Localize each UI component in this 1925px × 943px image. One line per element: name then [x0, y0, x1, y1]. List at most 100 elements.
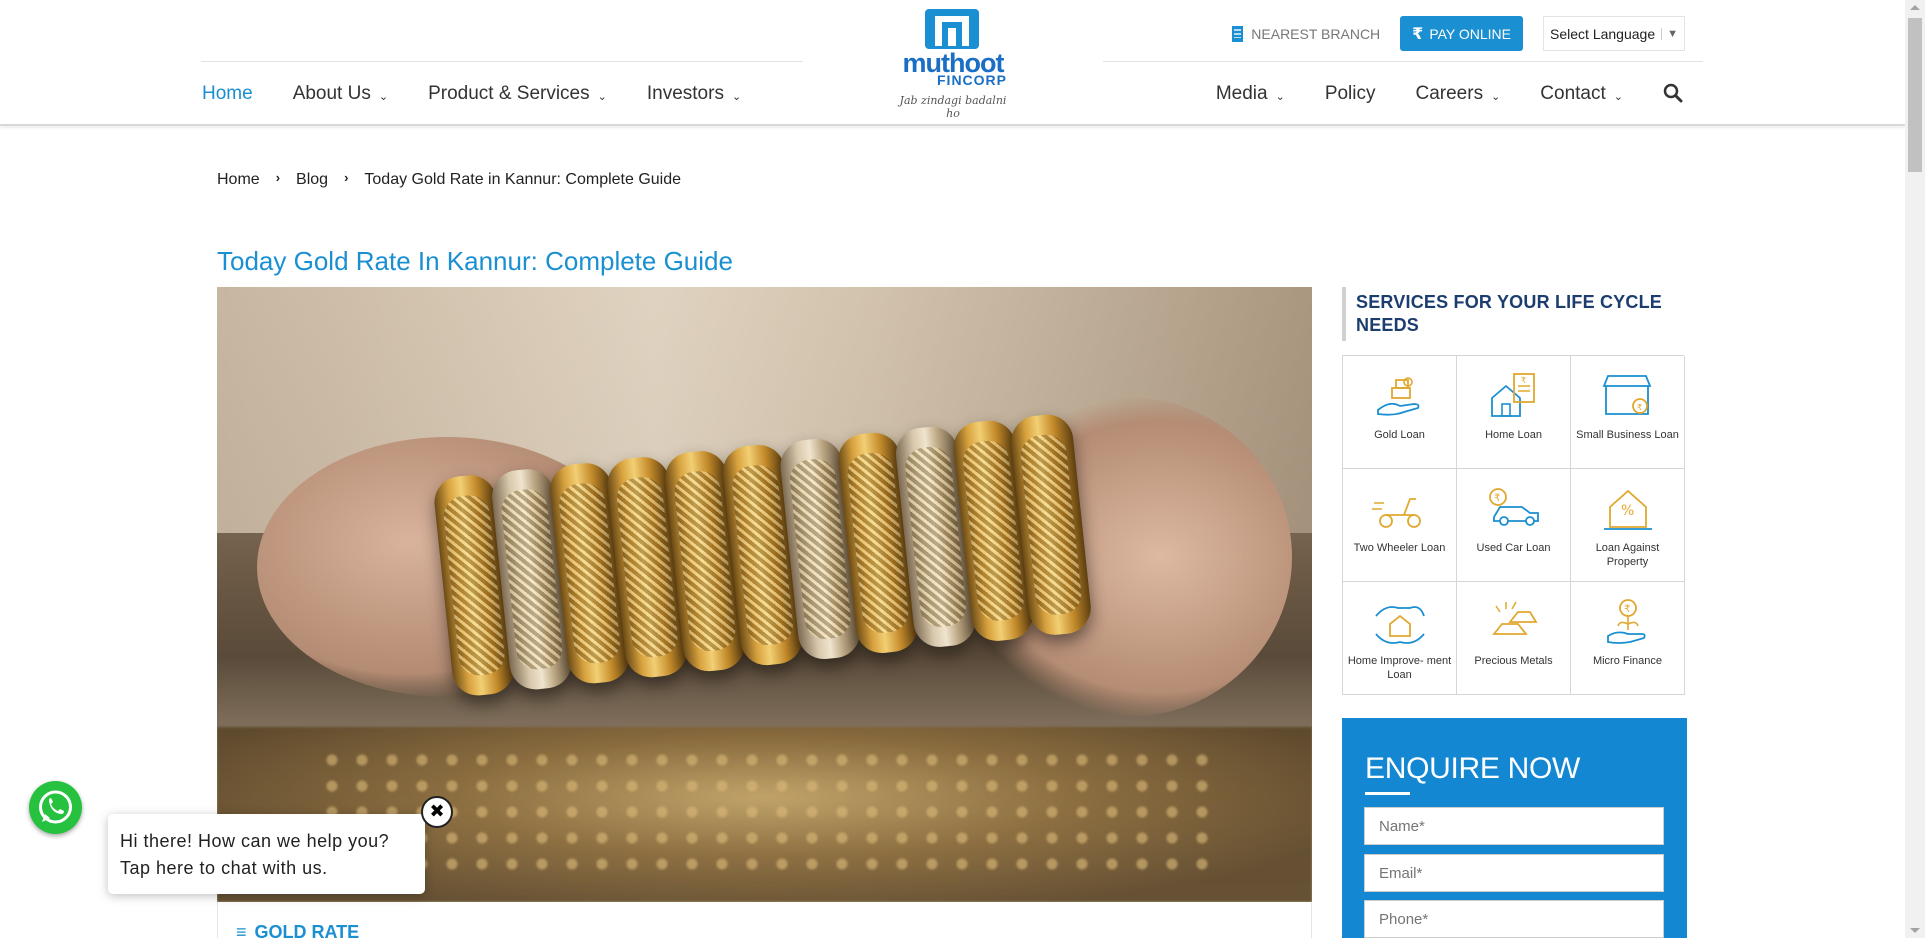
breadcrumb-current: Today Gold Rate in Kannur: Complete Guid… — [364, 171, 682, 188]
page-scrollbar[interactable] — [1905, 0, 1925, 938]
car-icon: ₹ — [1488, 488, 1539, 526]
scroll-down-arrow-icon[interactable] — [1910, 928, 1920, 933]
scrollbar-thumb[interactable] — [1908, 18, 1922, 172]
nav-careers-label: Careers — [1415, 83, 1484, 104]
name-field[interactable] — [1364, 807, 1664, 845]
nav-investors-label: Investors — [646, 83, 724, 104]
service-small-business-loan[interactable]: ₹ Small Business Loan — [1571, 356, 1685, 469]
site-header: Home About Us ⌄ Product & Services ⌄ Inves… — [0, 0, 1905, 126]
service-two-wheeler-loan[interactable]: Two Wheeler Loan — [1343, 469, 1457, 582]
service-label: Gold Loan — [1374, 429, 1425, 441]
service-home-improvement-loan[interactable]: Home Improve- ment Loan — [1343, 582, 1457, 695]
pay-online-button[interactable]: ₹ PAY ONLINE — [1400, 16, 1524, 51]
primary-nav-left: Home About Us ⌄ Product & Services ⌄ Inves… — [202, 83, 781, 105]
breadcrumb-home[interactable]: Home — [217, 171, 260, 189]
breadcrumb-blog[interactable]: Blog — [296, 171, 328, 189]
nav-careers[interactable]: Careers ⌄ — [1416, 83, 1501, 105]
service-label: Small Business Loan — [1576, 429, 1679, 441]
nearest-branch-link[interactable]: NEAREST BRANCH — [1232, 25, 1381, 42]
muthoot-fincorp-logo[interactable]: muthoot FINCORP Jab zindagi badalni ho — [893, 8, 1013, 120]
nav-contact[interactable]: Contact ⌄ — [1540, 83, 1623, 105]
close-icon[interactable]: ✖ — [421, 796, 453, 828]
service-label: Precious Metals — [1474, 655, 1553, 667]
svg-text:₹: ₹ — [1624, 604, 1630, 615]
enquire-title-underline — [1365, 792, 1410, 795]
chevron-down-icon: ⌄ — [1613, 90, 1623, 103]
nav-policy-label: Policy — [1324, 83, 1376, 104]
phone-field[interactable] — [1364, 900, 1664, 938]
primary-nav-right: Media ⌄ Policy Careers ⌄ Contact ⌄ — [1176, 83, 1683, 105]
service-label: Two Wheeler Loan — [1353, 542, 1446, 554]
gold-bars-icon — [1491, 601, 1538, 635]
nav-investors[interactable]: Investors ⌄ — [647, 83, 741, 105]
breadcrumb: Home › Blog › Today Gold Rate in Kannur:… — [217, 169, 682, 189]
chevron-down-icon: ⌄ — [597, 90, 607, 103]
service-home-loan[interactable]: ₹ Home Loan — [1457, 356, 1571, 469]
scroll-up-arrow-icon[interactable] — [1910, 5, 1920, 10]
logo-tagline: Jab zindagi badalni ho — [899, 94, 1007, 120]
micro-finance-icon: ₹ — [1606, 599, 1646, 644]
shop-icon: ₹ — [1602, 375, 1651, 415]
search-icon[interactable] — [1663, 83, 1683, 105]
chevron-down-icon: ⌄ — [1275, 90, 1285, 103]
svg-text:%: % — [1621, 503, 1634, 519]
chevron-down-icon: ⌄ — [1491, 90, 1501, 103]
language-select[interactable]: Select Language ▼ — [1543, 16, 1685, 51]
chat-prompt-bubble[interactable]: Hi there! How can we help you? Tap here … — [108, 814, 425, 894]
header-divider-left — [201, 61, 803, 62]
service-label: Home Improve- ment Loan — [1347, 655, 1452, 681]
email-field[interactable] — [1364, 854, 1664, 892]
scooter-icon — [1371, 498, 1421, 528]
enquire-form: ENQUIRE NOW — [1342, 718, 1687, 938]
service-used-car-loan[interactable]: ₹ Used Car Loan — [1457, 469, 1571, 582]
whatsapp-icon[interactable] — [29, 781, 82, 834]
service-label: Used Car Loan — [1476, 542, 1551, 554]
nearest-branch-label: NEAREST BRANCH — [1251, 25, 1381, 42]
services-heading: SERVICES FOR YOUR LIFE CYCLE NEEDS — [1342, 287, 1687, 341]
header-divider-right — [1103, 61, 1703, 62]
nav-policy[interactable]: Policy — [1325, 83, 1376, 105]
nav-home[interactable]: Home — [202, 83, 253, 105]
page-title: Today Gold Rate In Kannur: Complete Guid… — [217, 246, 733, 276]
service-label: Micro Finance — [1592, 655, 1663, 667]
service-micro-finance[interactable]: ₹ Micro Finance — [1571, 582, 1685, 695]
enquire-title: ENQUIRE NOW — [1365, 752, 1581, 785]
header-utility-bar: NEAREST BRANCH ₹ PAY ONLINE Select Langu… — [1232, 16, 1685, 51]
dropdown-arrow-icon: ▼ — [1661, 27, 1678, 40]
logo-subtext: FINCORP — [937, 72, 1007, 88]
service-precious-metals[interactable]: Precious Metals — [1457, 582, 1571, 695]
gold-rate-heading[interactable]: ≡ GOLD RATE — [236, 922, 359, 943]
home-loan-icon: ₹ — [1490, 373, 1535, 417]
chevron-right-icon: › — [275, 169, 281, 185]
services-grid: Gold Loan ₹ Home Loan ₹ Small Business L… — [1342, 355, 1685, 695]
service-gold-loan[interactable]: Gold Loan — [1343, 356, 1457, 469]
svg-text:₹: ₹ — [1494, 493, 1500, 504]
svg-text:₹: ₹ — [1637, 403, 1642, 412]
nav-media-label: Media — [1215, 83, 1268, 104]
chevron-down-icon: ⌄ — [378, 90, 389, 103]
gold-loan-icon — [1376, 377, 1419, 416]
article-hero-image — [217, 287, 1312, 902]
service-label: Loan Against Property — [1595, 542, 1660, 568]
service-label: Home Loan — [1485, 429, 1542, 441]
menu-lines-icon: ≡ — [236, 922, 247, 942]
nav-media[interactable]: Media ⌄ — [1216, 83, 1285, 105]
nav-about-us-label: About Us — [292, 83, 371, 104]
nav-about-us[interactable]: About Us ⌄ — [293, 83, 388, 105]
pay-online-label: PAY ONLINE — [1429, 25, 1512, 42]
property-percent-icon: % — [1603, 489, 1652, 530]
chevron-right-icon: › — [344, 169, 349, 185]
building-icon — [1232, 25, 1244, 42]
gold-rate-section: ≡ GOLD RATE — [217, 902, 1312, 942]
nav-product-services[interactable]: Product & Services ⌄ — [428, 83, 607, 105]
nav-home-label: Home — [202, 83, 253, 104]
svg-text:₹: ₹ — [1521, 376, 1526, 385]
chevron-down-icon: ⌄ — [731, 90, 742, 103]
logo-mark-icon — [925, 9, 979, 49]
nav-product-services-label: Product & Services — [428, 83, 590, 104]
language-select-label: Select Language — [1550, 25, 1656, 42]
gold-rate-heading-label: GOLD RATE — [254, 922, 360, 942]
service-loan-against-property[interactable]: % Loan Against Property — [1571, 469, 1685, 582]
rupee-icon: ₹ — [1412, 25, 1424, 43]
home-improvement-icon — [1374, 606, 1425, 644]
